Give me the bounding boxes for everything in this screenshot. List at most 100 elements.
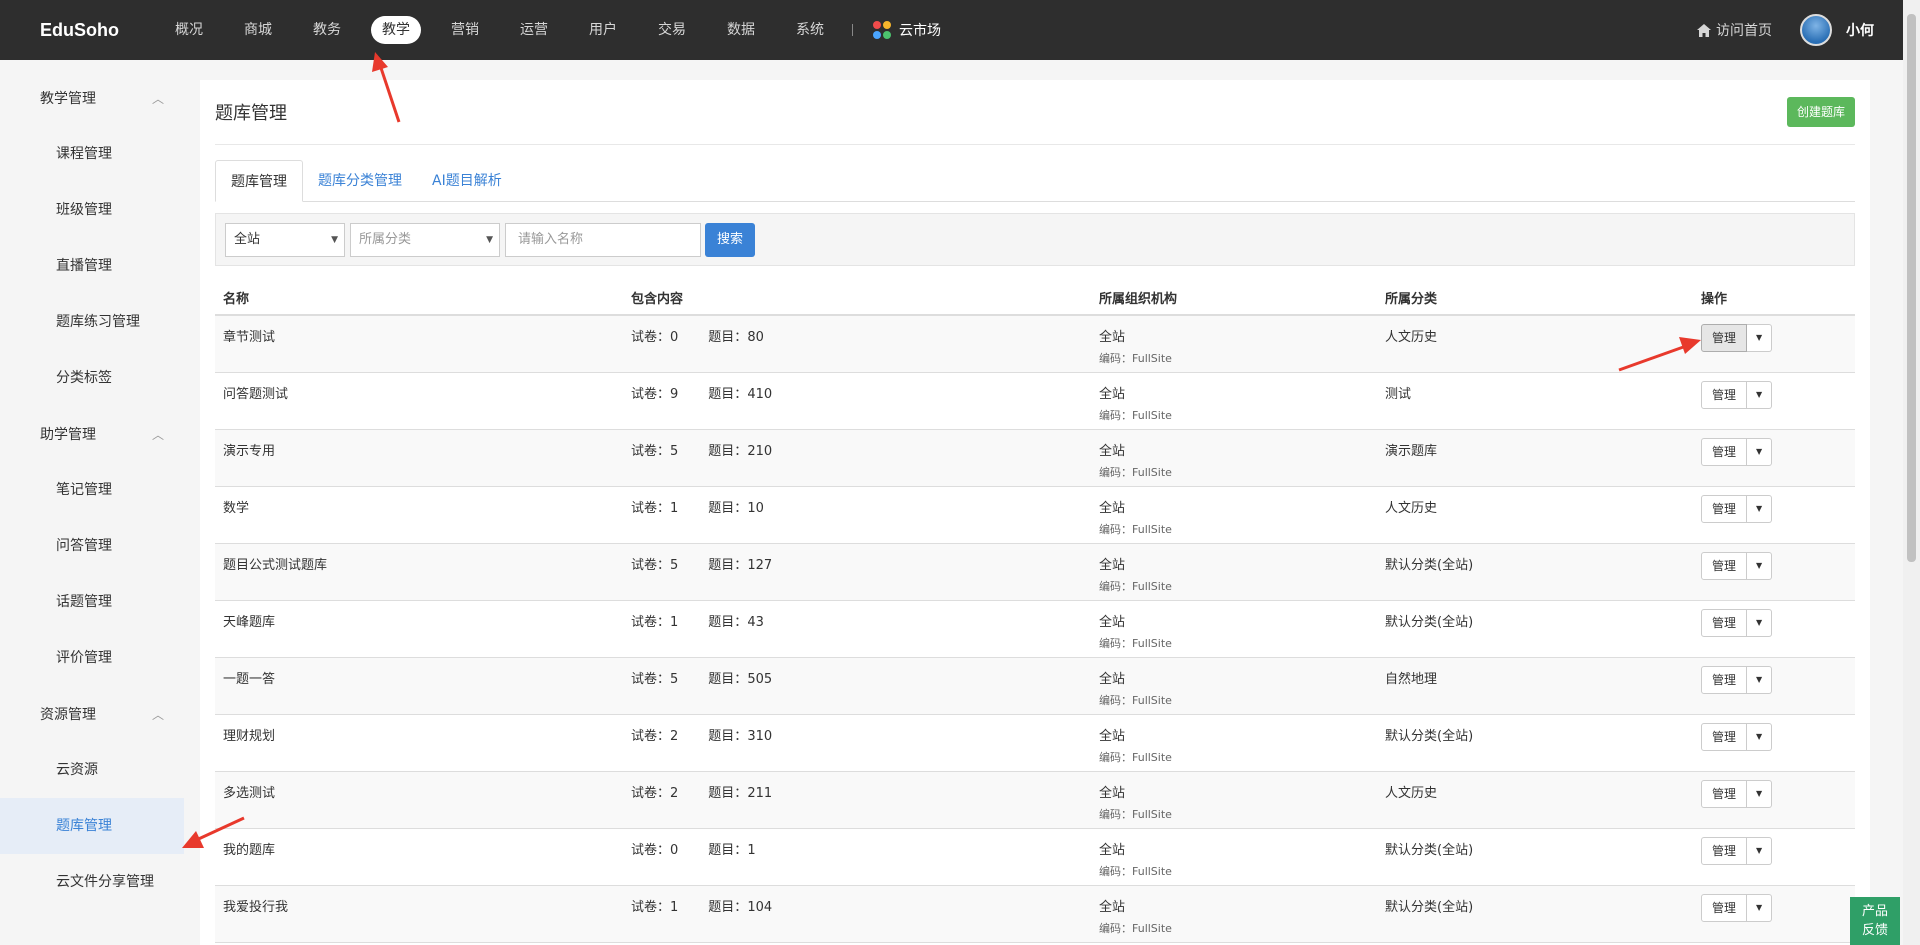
product-feedback-button[interactable]: 产品 反馈 [1850,897,1900,945]
nav-item-9[interactable]: 系统 [785,16,835,44]
org-name: 全站 [1099,500,1126,516]
manage-button[interactable]: 管理 [1701,608,1748,637]
papers-count: 5 [670,443,679,459]
brand-logo[interactable]: EduSoho [40,20,152,41]
cell-name: 题目公式测试题库 [215,543,623,601]
cell-content: 试卷：5 题目：127 [623,543,1091,601]
bank-name[interactable]: 问答题测试 [223,387,288,402]
cell-content: 试卷：5 题目：505 [623,657,1091,715]
nav-item-8[interactable]: 数据 [716,16,766,44]
cell-actions: 管理 ▼ [1693,828,1855,886]
org-code: 编码：FullSite [1099,749,1377,765]
nav-item-2[interactable]: 教务 [302,16,352,44]
sidebar-item-1-3[interactable]: 评价管理 [0,630,184,686]
sidebar-item-0-3[interactable]: 题库练习管理 [0,294,184,350]
manage-button[interactable]: 管理 [1701,665,1748,694]
manage-dropdown-toggle[interactable]: ▼ [1747,494,1773,523]
sidebar-item-2-0[interactable]: 云资源 [0,742,184,798]
search-button[interactable]: 搜索 [705,222,756,257]
page-scrollbar[interactable] [1903,0,1920,945]
bank-name[interactable]: 理财规划 [223,729,275,744]
sidebar: 教学管理 ︿ 课程管理 班级管理 直播管理 题库练习管理 分类标签 助学管理 ︿ 笔记管理 问答管理… [0,60,184,945]
name-search-input[interactable]: 请输入名称 [505,222,701,257]
manage-dropdown-toggle[interactable]: ▼ [1747,608,1773,637]
manage-dropdown-toggle[interactable]: ▼ [1747,836,1773,865]
manage-button[interactable]: 管理 [1701,779,1748,808]
papers-label: 试卷： [631,842,671,858]
org-select[interactable]: 全站 ▼ [225,222,345,257]
sidebar-item-1-1[interactable]: 问答管理 [0,518,184,574]
bank-name[interactable]: 天峰题库 [223,615,275,630]
manage-button[interactable]: 管理 [1701,494,1748,523]
bank-name[interactable]: 我的题库 [223,843,275,858]
tab-2[interactable]: AI题目解析 [417,160,517,201]
nav-item-1[interactable]: 商城 [233,16,283,44]
username[interactable]: 小何 [1846,20,1874,40]
bank-name[interactable]: 数学 [223,501,249,516]
manage-button[interactable]: 管理 [1701,437,1748,466]
sidebar-group-1[interactable]: 助学管理 ︿ [0,406,184,462]
bank-name[interactable]: 一题一答 [223,672,275,687]
category-select[interactable]: 所属分类 ▼ [350,222,500,257]
manage-dropdown-toggle[interactable]: ▼ [1747,551,1773,580]
nav-item-0[interactable]: 概况 [164,16,214,44]
manage-button[interactable]: 管理 [1701,893,1748,922]
cell-org: 全站 编码：FullSite [1091,657,1377,715]
manage-button[interactable]: 管理 [1701,551,1748,580]
manage-button[interactable]: 管理 [1701,722,1748,751]
manage-dropdown-toggle[interactable]: ▼ [1747,893,1773,922]
nav-item-6[interactable]: 用户 [578,16,628,44]
manage-dropdown-toggle[interactable]: ▼ [1747,437,1773,466]
bank-name[interactable]: 题目公式测试题库 [223,558,327,573]
sidebar-group-2[interactable]: 资源管理 ︿ [0,686,184,742]
sidebar-item-1-0[interactable]: 笔记管理 [0,462,184,518]
cell-name: 多选测试 [215,771,623,829]
manage-button[interactable]: 管理 [1701,836,1748,865]
sidebar-item-2-1[interactable]: 题库管理 [0,798,184,854]
manage-button[interactable]: 管理 [1701,380,1748,409]
cell-actions: 管理 ▼ [1693,714,1855,772]
manage-dropdown-toggle[interactable]: ▼ [1747,722,1773,751]
nav-item-3[interactable]: 教学 [371,16,421,44]
top-navbar: EduSoho 概况 商城 教务 教学 营销 运营 用户 交易 数据 系统 云市场 访问首页 小何 [0,0,1920,60]
papers-count: 1 [670,899,679,915]
scrollbar-thumb[interactable] [1907,14,1916,562]
tab-0[interactable]: 题库管理 [215,160,303,202]
chevron-up-icon: ︿ [151,91,164,106]
org-name: 全站 [1099,386,1126,402]
nav-item-5[interactable]: 运营 [509,16,559,44]
papers-label: 试卷： [631,557,671,573]
visit-home-link[interactable]: 访问首页 [1697,20,1772,40]
nav-item-7[interactable]: 交易 [647,16,697,44]
nav-item-4[interactable]: 营销 [440,16,490,44]
sidebar-item-1-2[interactable]: 话题管理 [0,574,184,630]
questions-label: 题目： [708,500,748,516]
feedback-line-1: 产品 [1861,904,1888,919]
manage-dropdown-toggle[interactable]: ▼ [1747,665,1773,694]
sidebar-item-0-4[interactable]: 分类标签 [0,350,184,406]
tab-1[interactable]: 题库分类管理 [303,160,417,201]
manage-button[interactable]: 管理 [1701,324,1748,352]
table-header-row: 名称 包含内容 所属组织机构 所属分类 操作 [215,281,1855,316]
cloud-market-link[interactable]: 云市场 [873,20,941,40]
bank-name[interactable]: 多选测试 [223,786,275,801]
avatar[interactable] [1800,14,1832,46]
table-row: 理财规划 试卷：2 题目：310 全站 编码：FullSite 默认分类(全站) 管理 ▼ [215,714,1855,772]
sidebar-group-0[interactable]: 教学管理 ︿ [0,70,184,126]
org-code: 编码：FullSite [1099,635,1377,651]
sidebar-item-0-0[interactable]: 课程管理 [0,126,184,182]
code-label: 编码： [1099,693,1132,707]
manage-dropdown-toggle[interactable]: ▼ [1747,380,1773,409]
sidebar-item-0-2[interactable]: 直播管理 [0,238,184,294]
bank-name[interactable]: 章节测试 [223,330,275,345]
sidebar-group-label: 资源管理 [40,707,96,723]
bank-name[interactable]: 我爱投行我 [223,900,288,915]
create-question-bank-button[interactable]: 创建题库 [1786,97,1855,127]
manage-dropdown-toggle[interactable]: ▼ [1747,324,1773,352]
sidebar-item-0-1[interactable]: 班级管理 [0,182,184,238]
bank-name[interactable]: 演示专用 [223,444,275,459]
manage-dropdown-toggle[interactable]: ▼ [1747,779,1773,808]
cell-actions: 管理 ▼ [1693,543,1855,601]
visit-home-label: 访问首页 [1716,23,1772,39]
sidebar-item-2-2[interactable]: 云文件分享管理 [0,854,184,910]
